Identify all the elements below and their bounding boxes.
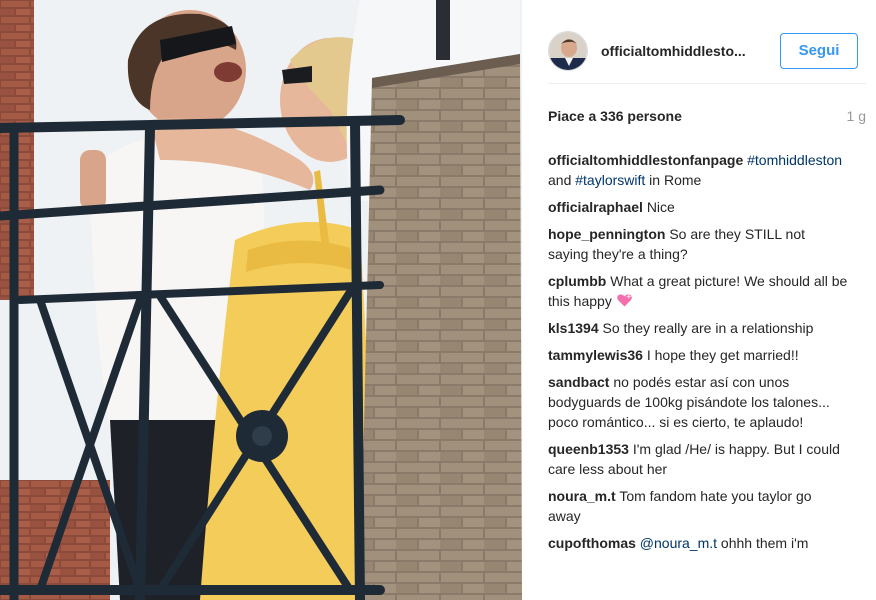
hashtag-link[interactable]: #taylorswift [575, 172, 645, 188]
comment-author[interactable]: officialraphael [548, 199, 643, 215]
comment-text: I hope they get married!! [646, 347, 799, 363]
post-side-panel: officialtomhiddlesto... Segui Piace a 33… [522, 0, 876, 600]
avatar-image [549, 31, 587, 70]
comment-text: Nice [646, 199, 675, 215]
comment-text: in Rome [645, 172, 702, 188]
comment-item: cupofthomas @noura_m.t ohhh them i'm [548, 533, 848, 553]
post-age[interactable]: 1 g [847, 108, 866, 124]
comment-author[interactable]: noura_m.t [548, 488, 616, 504]
heart-emoji-icon [616, 293, 632, 307]
comment-item: cplumbb What a great picture! We should … [548, 271, 848, 311]
comment-item: officialraphael Nice [548, 197, 848, 217]
comment-author[interactable]: sandbact [548, 374, 609, 390]
comment-author[interactable]: queenb1353 [548, 441, 629, 457]
comment-item: hope_pennington So are they STILL not sa… [548, 224, 848, 264]
comment-text: and [548, 172, 576, 188]
post-header: officialtomhiddlesto... Segui [548, 18, 866, 84]
likes-count[interactable]: Piace a 336 persone [548, 108, 682, 124]
comment-text: ohhh them i'm [717, 535, 809, 551]
comment-author[interactable]: officialtomhiddlestonfanpage [548, 152, 743, 168]
comment-text: So they really are in a relationship [602, 320, 814, 336]
instagram-post-view: officialtomhiddlesto... Segui Piace a 33… [0, 0, 876, 600]
photo-illustration [0, 0, 522, 600]
comment-author[interactable]: hope_pennington [548, 226, 665, 242]
comment-item: tammylewis36 I hope they get married!! [548, 345, 848, 365]
comments-list: officialtomhiddlestonfanpage #tomhiddles… [548, 150, 866, 584]
comment-item: sandbact no podés estar así con unos bod… [548, 372, 848, 432]
avatar[interactable] [548, 30, 588, 71]
comment-author[interactable]: cplumbb [548, 273, 606, 289]
post-photo[interactable] [0, 0, 522, 600]
comment-author[interactable]: kls1394 [548, 320, 599, 336]
comment-author[interactable]: cupofthomas [548, 535, 636, 551]
comment-item: officialtomhiddlestonfanpage #tomhiddles… [548, 150, 848, 190]
post-username[interactable]: officialtomhiddlesto... [601, 43, 780, 59]
comment-item: noura_m.t Tom fandom hate you taylor go … [548, 486, 848, 526]
mention-link[interactable]: @noura_m.t [640, 535, 717, 551]
comment-item: kls1394 So they really are in a relation… [548, 318, 848, 338]
likes-row: Piace a 336 persone 1 g [548, 108, 866, 124]
hashtag-link[interactable]: #tomhiddleston [747, 152, 842, 168]
comment-author[interactable]: tammylewis36 [548, 347, 643, 363]
follow-button[interactable]: Segui [780, 32, 858, 69]
comment-item: queenb1353 I'm glad /He/ is happy. But I… [548, 439, 848, 479]
